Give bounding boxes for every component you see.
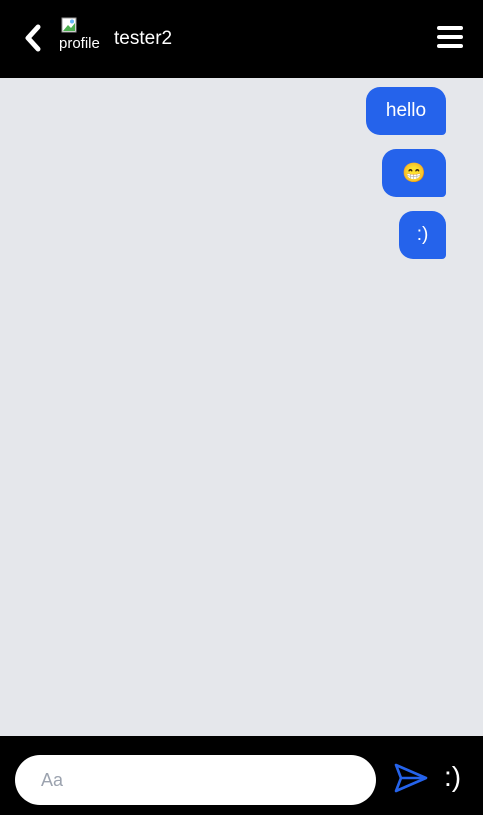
message-input[interactable]: [15, 755, 376, 805]
chevron-left-icon: [25, 24, 41, 52]
message-text: hello: [385, 100, 427, 121]
message-bubble: 😁: [382, 149, 446, 197]
emoji-button[interactable]: :): [444, 760, 461, 794]
composer-bar: :): [0, 736, 483, 815]
avatar[interactable]: profile: [59, 16, 103, 56]
message-bubble: :): [399, 211, 446, 259]
hamburger-menu-icon: [437, 26, 463, 48]
message-text: :): [416, 224, 429, 245]
menu-button[interactable]: [437, 25, 463, 49]
chat-header: profile tester2: [0, 0, 483, 78]
send-icon: [394, 763, 428, 793]
avatar-alt-text: profile: [59, 35, 100, 52]
broken-image-icon: [61, 17, 77, 33]
message-text: 😁: [402, 163, 426, 184]
contact-name: tester2: [114, 28, 173, 49]
message-bubble: hello: [366, 87, 446, 135]
send-button[interactable]: [394, 762, 428, 794]
message-list[interactable]: hello 😁 :): [0, 78, 483, 736]
back-button[interactable]: [22, 24, 44, 52]
